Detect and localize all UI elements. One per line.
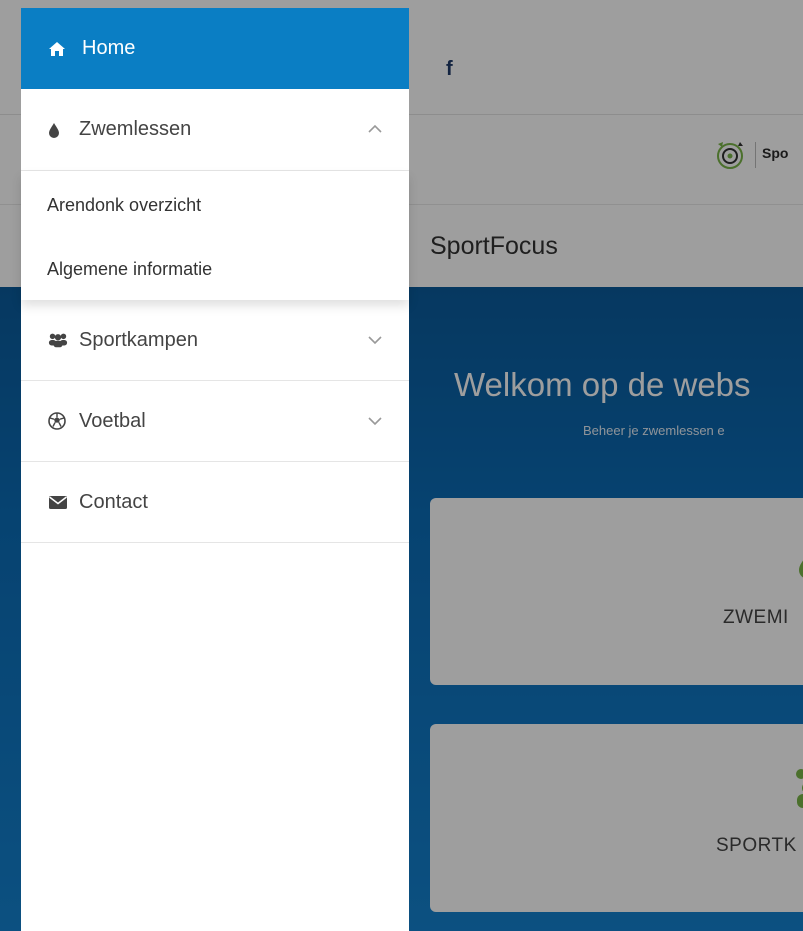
zwemlessen-submenu: Arendonk overzicht Algemene informatie <box>21 171 409 300</box>
sidebar-item-sportkampen[interactable]: Sportkampen <box>21 300 409 381</box>
home-icon <box>48 41 70 57</box>
chevron-down-icon[interactable] <box>367 332 383 348</box>
sidebar-item-home[interactable]: Home <box>21 8 409 89</box>
sidebar-item-label: Zwemlessen <box>79 118 192 140</box>
sidebar-item-contact[interactable]: Contact <box>21 462 409 543</box>
sidebar-item-label: Voetbal <box>79 409 146 432</box>
soccer-ball-icon <box>48 412 68 430</box>
users-icon <box>48 332 68 348</box>
sidebar-item-label: Sportkampen <box>79 328 198 351</box>
submenu-item-arendonk-overzicht[interactable]: Arendonk overzicht <box>47 195 201 216</box>
chevron-up-icon[interactable] <box>367 121 383 137</box>
sidebar-item-label: Contact <box>79 490 148 513</box>
submenu-item-algemene-informatie[interactable]: Algemene informatie <box>47 259 212 280</box>
envelope-icon <box>48 495 68 510</box>
sidebar-item-label: Home <box>82 37 136 59</box>
sidebar-menu: Home Zwemlessen Arendonk overzicht Algem… <box>21 8 409 931</box>
sidebar-item-voetbal[interactable]: Voetbal <box>21 381 409 462</box>
water-drop-icon <box>48 122 68 138</box>
chevron-down-icon[interactable] <box>367 413 383 429</box>
sidebar-item-zwemlessen[interactable]: Zwemlessen <box>21 89 409 171</box>
